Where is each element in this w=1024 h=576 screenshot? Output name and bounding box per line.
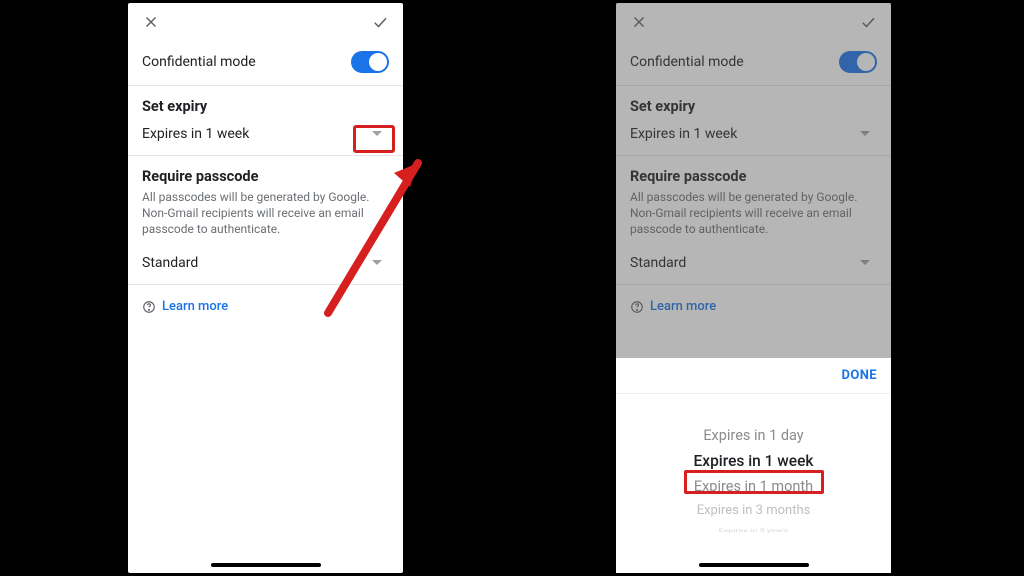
learn-more-link: Learn more: [162, 299, 228, 314]
expiry-dropdown[interactable]: Expires in 1 week: [616, 119, 891, 155]
picker-option-selected[interactable]: Expires in 1 week: [616, 448, 891, 474]
passcode-dropdown[interactable]: Standard: [128, 248, 403, 284]
require-passcode-title: Require passcode: [616, 156, 891, 189]
picker-toolbar: DONE: [616, 358, 891, 394]
chevron-down-icon: [853, 125, 877, 143]
home-indicator: [699, 563, 809, 567]
done-button[interactable]: DONE: [842, 368, 878, 383]
phone-screenshot-left: Confidential mode Set expiry Expires in …: [128, 3, 403, 573]
close-icon[interactable]: [142, 13, 160, 31]
confidential-mode-toggle[interactable]: [839, 51, 877, 73]
picker-option[interactable]: Expires in 1 month: [616, 474, 891, 499]
confidential-mode-row: Confidential mode: [128, 39, 403, 86]
help-icon: [142, 299, 156, 313]
confirm-icon[interactable]: [859, 13, 877, 31]
expiry-picker-sheet: DONE Expires in 1 day Expires in 1 week …: [616, 358, 891, 573]
modal-topbar: [616, 3, 891, 39]
picker-option[interactable]: Expires in 1 day: [616, 423, 891, 448]
confidential-mode-label: Confidential mode: [630, 54, 744, 70]
confidential-mode-label: Confidential mode: [142, 54, 256, 70]
confidential-mode-toggle[interactable]: [351, 51, 389, 73]
passcode-value: Standard: [142, 255, 198, 271]
confidential-mode-row: Confidential mode: [616, 39, 891, 86]
picker-wheel[interactable]: Expires in 1 day Expires in 1 week Expir…: [616, 394, 891, 569]
expiry-value: Expires in 1 week: [142, 126, 249, 142]
home-indicator: [211, 563, 321, 567]
help-icon: [630, 299, 644, 313]
picker-option[interactable]: Expires in 5 years: [616, 527, 891, 536]
expiry-value: Expires in 1 week: [630, 126, 737, 142]
learn-more-row[interactable]: Learn more: [128, 285, 403, 328]
annotation-box-expiry-dropdown: [353, 125, 395, 153]
require-passcode-title: Require passcode: [128, 156, 403, 189]
passcode-description: All passcodes will be generated by Googl…: [616, 189, 891, 248]
chevron-down-icon: [853, 254, 877, 272]
passcode-value: Standard: [630, 255, 686, 271]
confirm-icon[interactable]: [371, 13, 389, 31]
modal-topbar: [128, 3, 403, 39]
learn-more-link: Learn more: [650, 299, 716, 314]
passcode-description: All passcodes will be generated by Googl…: [128, 189, 403, 248]
learn-more-row[interactable]: Learn more: [616, 285, 891, 328]
close-icon[interactable]: [630, 13, 648, 31]
phone-screenshot-right: Confidential mode Set expiry Expires in …: [616, 3, 891, 573]
picker-option[interactable]: Expires in 3 months: [616, 499, 891, 522]
chevron-down-icon: [365, 254, 389, 272]
passcode-dropdown[interactable]: Standard: [616, 248, 891, 284]
set-expiry-title: Set expiry: [616, 86, 891, 119]
set-expiry-title: Set expiry: [128, 86, 403, 119]
